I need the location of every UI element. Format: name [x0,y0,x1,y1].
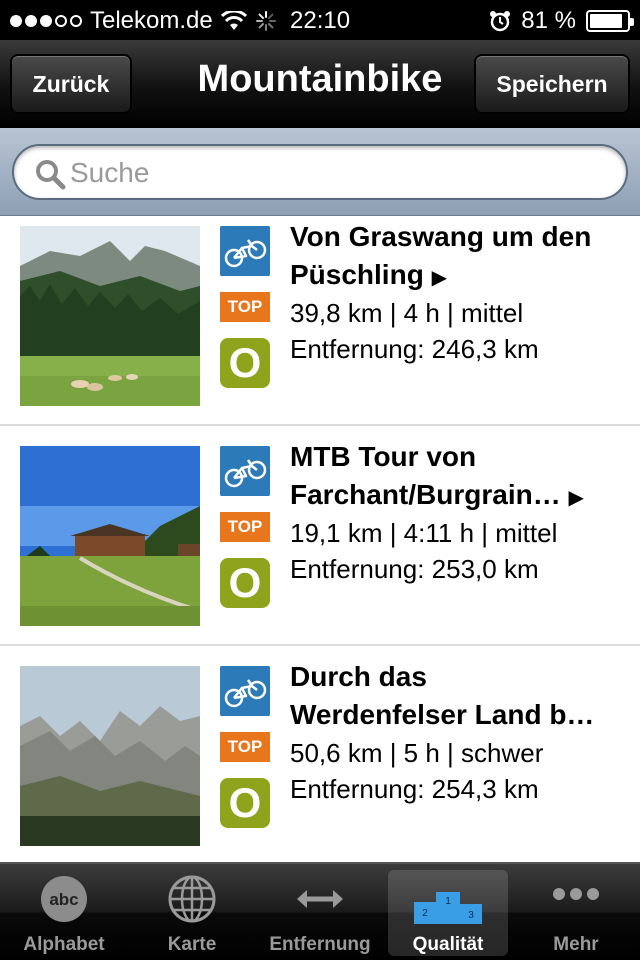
tour-title[interactable]: MTB Tour von Farchant/Burgrain… ▶ [290,438,630,517]
outdooractive-badge: O [220,778,270,828]
arrows-icon [297,890,343,908]
tab-label: Karte [167,934,217,955]
tab-label: Entfernung [269,934,371,955]
outdooractive-badge: O [220,558,270,608]
tour-list[interactable]: TOP O Von Graswang um den Püschling ▶ 39… [0,216,640,860]
tab-label: Mehr [553,934,599,955]
carrier-label: Telekom.de [90,7,213,34]
svg-text:3: 3 [468,910,474,921]
tab-bar: abc Alphabet Karte Entfernung 1 2 3 Qual… [0,862,640,960]
tour-distance: Entfernung: 254,3 km [290,774,539,804]
outdooractive-badge: O [220,338,270,388]
page-title: Mountainbike [197,58,443,100]
tour-distance: Entfernung: 253,0 km [290,554,539,584]
tour-title-line1: Durch das [290,661,427,692]
tab-entfernung[interactable]: Entfernung [256,864,384,960]
tab-karte[interactable]: Karte [128,864,256,960]
tour-distance: Entfernung: 246,3 km [290,334,539,364]
search-field[interactable] [12,144,628,200]
alarm-clock-icon [490,11,511,32]
tour-stats: 50,6 km | 5 h | schwer [290,738,544,768]
tour-title-line1: MTB Tour von [290,441,477,472]
search-icon [36,160,66,190]
tour-title-line2: Püschling [290,259,424,290]
tour-title-line1: Von Graswang um den [290,221,592,252]
svg-text:abc: abc [49,890,78,909]
mountainbike-icon [220,666,270,716]
mountainbike-icon [220,446,270,496]
search-input[interactable] [70,154,610,192]
status-right: 81 % [489,7,634,35]
tour-thumbnail [20,666,200,846]
list-item[interactable]: TOP O Durch das Werdenfelser Land b… 50,… [0,646,640,860]
status-left: Telekom.de [10,7,277,35]
tour-title[interactable]: Durch das Werdenfelser Land b… [290,658,630,734]
status-time: 22:10 [290,7,351,34]
list-item[interactable]: TOP O MTB Tour von Farchant/Burgrain… ▶ … [0,426,640,646]
top-badge: TOP [220,732,270,762]
podium-icon: 1 2 3 [414,892,482,924]
wifi-icon [220,11,247,30]
signal-strength-icon [10,15,82,27]
disclosure-arrow-icon: ▶ [568,487,584,509]
mountainbike-icon [220,226,270,276]
activity-spinner-icon [255,11,276,31]
svg-text:2: 2 [422,908,428,919]
tour-title-line2: Farchant/Burgrain… [290,479,561,510]
save-button[interactable]: Speichern [474,54,630,114]
navigation-bar: Zurück Mountainbike Speichern [0,40,640,128]
search-bar [0,128,640,216]
abc-icon: abc [41,876,87,922]
tour-stats: 39,8 km | 4 h | mittel [290,298,524,328]
tab-label: Alphabet [23,934,105,955]
back-button[interactable]: Zurück [10,54,132,114]
tab-qualitaet[interactable]: 1 2 3 Qualität [388,870,508,956]
globe-icon [168,875,216,923]
svg-text:1: 1 [445,896,451,907]
top-badge: TOP [220,512,270,542]
tour-stats: 19,1 km | 4:11 h | mittel [290,518,558,548]
tour-thumbnail [20,226,200,406]
tour-title[interactable]: Von Graswang um den Püschling ▶ [290,218,630,297]
tab-label: Qualität [412,934,484,955]
tour-title-line2: Werdenfelser Land b… [290,699,595,730]
top-badge: TOP [220,292,270,322]
battery-percent: 81 % [521,7,576,34]
disclosure-arrow-icon: ▶ [431,267,447,289]
tab-alphabet[interactable]: abc Alphabet [0,864,128,960]
battery-icon [586,10,634,32]
more-icon [553,888,599,900]
status-bar: Telekom.de 22:10 81 % [0,0,640,40]
list-item[interactable]: TOP O Von Graswang um den Püschling ▶ 39… [0,216,640,426]
tour-thumbnail [20,446,200,626]
tab-mehr[interactable]: Mehr [512,864,640,960]
